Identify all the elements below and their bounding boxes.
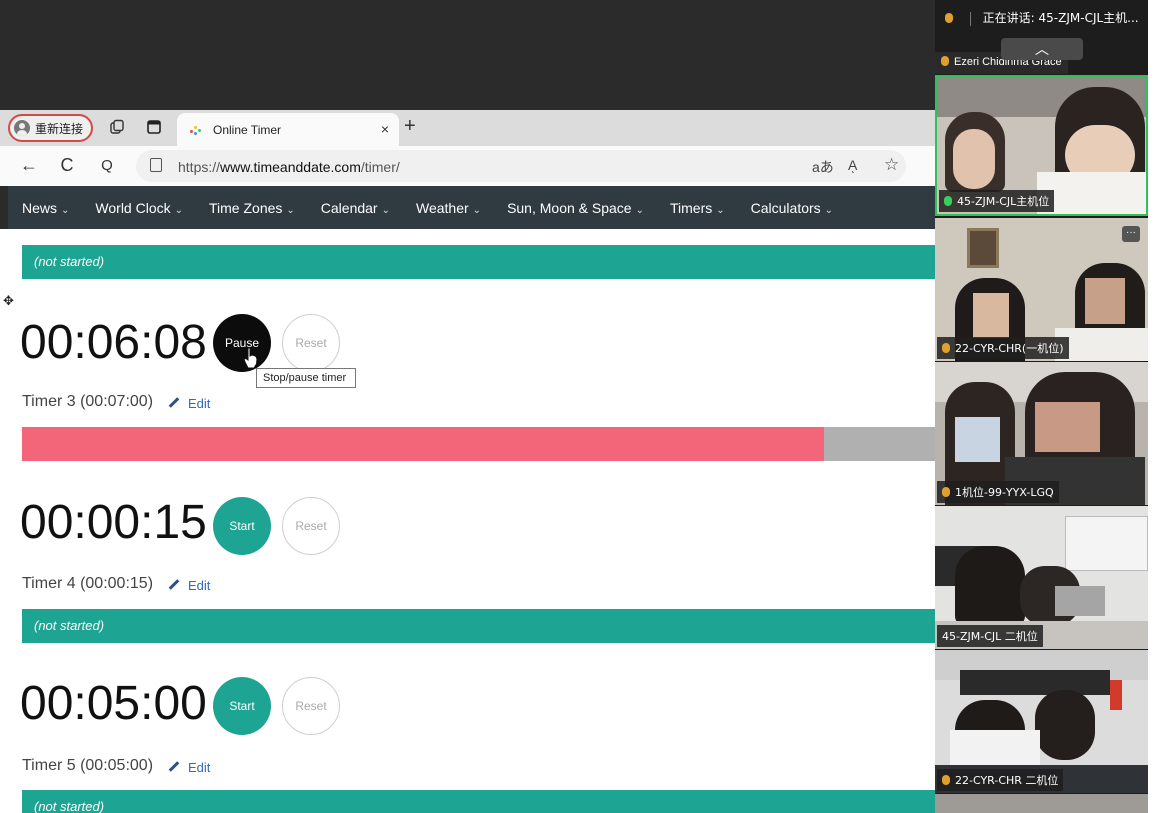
video-tile-1[interactable]: 45-ZJM-CJL主机位 (935, 75, 1148, 216)
nav-item-news[interactable]: News ⌄ (22, 200, 69, 216)
site-navigation: News ⌄ World Clock ⌄ Time Zones ⌄ Calendar ⌄… (8, 186, 935, 229)
participant-name: 22-CYR-CHR 二机位 (937, 769, 1064, 791)
address-bar-row: ← C Q https://www.timeanddate.com/timer/… (0, 146, 935, 186)
chevron-down-icon: ⌄ (286, 204, 295, 216)
muted-mic-icon (942, 343, 950, 353)
tab-online-timer[interactable]: Online Timer × (177, 113, 399, 146)
profile-button[interactable]: 重新连接 (8, 114, 94, 142)
pencil-icon (168, 397, 180, 408)
nav-item-sun-moon-space[interactable]: Sun, Moon & Space ⌄ (507, 200, 644, 216)
timer-3-reset-button[interactable]: Reset (282, 314, 340, 372)
window-edge (1148, 0, 1161, 813)
participant-name: 22-CYR-CHR(一机位) (937, 337, 1069, 359)
nav-item-calendar[interactable]: Calendar ⌄ (321, 200, 390, 216)
profile-icon (14, 120, 30, 136)
nav-item-calculators[interactable]: Calculators ⌄ (751, 200, 833, 216)
muted-mic-icon (942, 487, 950, 497)
muted-mic-icon (941, 56, 949, 66)
chevron-down-icon: ⌄ (61, 204, 70, 216)
favorite-star-icon[interactable]: ☆ (884, 155, 899, 175)
timer-4-start-button[interactable]: Start (213, 497, 271, 555)
timer-4-countdown: 00:00:15 (20, 496, 207, 549)
muted-mic-icon (945, 13, 953, 23)
video-tile-2[interactable]: ··· 22-CYR-CHR(一机位) (935, 218, 1148, 361)
move-handle-icon[interactable]: ✥ (3, 293, 14, 309)
mic-icon (944, 196, 952, 206)
timer-5-countdown: 00:05:00 (20, 677, 207, 730)
timer-page: (not started) ✥ 00:06:08 Pause Reset Sto… (0, 229, 935, 813)
timer-3-edit-link[interactable]: Edit (168, 396, 210, 411)
timer-3-pause-button[interactable]: Pause (213, 314, 271, 372)
active-speaker-header: 正在讲话: 45-ZJM-CJL主机... (935, 0, 1148, 34)
tab-bar: 重新连接 Online Timer × + (0, 110, 935, 146)
refresh-icon[interactable]: C (56, 155, 78, 176)
chevron-down-icon: ⌄ (716, 204, 725, 216)
chevron-down-icon: ⌄ (381, 204, 390, 216)
pause-tooltip: Stop/pause timer (256, 368, 356, 388)
nav-item-time-zones[interactable]: Time Zones ⌄ (209, 200, 295, 216)
url-text: https://www.timeanddate.com/timer/ (178, 159, 400, 175)
nav-item-timers[interactable]: Timers ⌄ (670, 200, 725, 216)
timer-5-reset-button[interactable]: Reset (282, 677, 340, 735)
participant-name: 1机位-99-YYX-LGQ (937, 481, 1059, 503)
timer-3-countdown: 00:06:08 (20, 316, 207, 369)
nav-item-weather[interactable]: Weather ⌄ (416, 200, 481, 216)
chevron-down-icon: ⌄ (174, 204, 183, 216)
hand-cursor-icon (243, 347, 258, 369)
profile-label: 重新连接 (35, 121, 84, 136)
workspaces-icon[interactable] (108, 119, 126, 137)
speaking-name: 45-ZJM-CJL主机... (1038, 11, 1139, 25)
chevron-down-icon: ⌄ (635, 204, 644, 216)
timer-3-label: Timer 3 (00:07:00) (22, 393, 154, 410)
video-tile-4[interactable]: 45-ZJM-CJL 二机位 (935, 506, 1148, 649)
timer-2-status-bar: (not started) (22, 245, 935, 279)
search-icon[interactable]: Q (96, 157, 118, 174)
back-arrow-icon[interactable]: ← (18, 155, 40, 176)
timer-5-edit-link[interactable]: Edit (168, 760, 210, 775)
timer-4-edit-link[interactable]: Edit (168, 578, 210, 593)
desktop-background (0, 0, 935, 110)
chevron-down-icon: ⌄ (824, 204, 834, 216)
tab-title: Online Timer (213, 122, 282, 137)
collapse-panel-button[interactable]: ︿ (1001, 38, 1083, 60)
url-input[interactable]: https://www.timeanddate.com/timer/ aあ Aͅ… (136, 150, 906, 182)
lock-icon[interactable] (150, 158, 162, 172)
pencil-icon (168, 761, 180, 772)
timer-4-status-bar: (not started) (22, 609, 935, 643)
video-tile-6[interactable] (935, 794, 1148, 813)
nav-item-world-clock[interactable]: World Clock ⌄ (95, 200, 183, 216)
timer-3-progress-bar (22, 427, 935, 461)
participant-name: 45-ZJM-CJL 二机位 (937, 625, 1043, 647)
timer-5-start-button[interactable]: Start (213, 677, 271, 735)
video-tile-3[interactable]: 1机位-99-YYX-LGQ (935, 362, 1148, 505)
timeanddate-favicon-icon (189, 123, 203, 137)
timer-4-reset-button[interactable]: Reset (282, 497, 340, 555)
meeting-panel: 正在讲话: 45-ZJM-CJL主机... Ezeri Chidinma Gra… (935, 0, 1148, 813)
divider (969, 11, 971, 26)
text-size-icon[interactable]: Aͅ (848, 157, 857, 173)
video-tile-5[interactable]: 22-CYR-CHR 二机位 (935, 650, 1148, 793)
read-aloud-icon[interactable]: aあ (812, 157, 834, 177)
speaking-label: 正在讲话: (982, 11, 1035, 25)
timer-5-label: Timer 5 (00:05:00) (22, 757, 154, 774)
participant-name: 45-ZJM-CJL主机位 (939, 190, 1055, 212)
muted-mic-icon (942, 775, 950, 785)
chevron-down-icon: ⌄ (472, 204, 482, 216)
timer-4-label: Timer 4 (00:00:15) (22, 575, 154, 592)
new-tab-icon[interactable]: + (404, 115, 416, 138)
pencil-icon (168, 579, 180, 590)
timer-3-progress-fill (22, 427, 824, 461)
more-options-icon[interactable]: ··· (1122, 226, 1140, 242)
tab-close-icon[interactable]: × (381, 121, 389, 137)
timer-5-status-bar: (not started) (22, 790, 935, 813)
tab-actions-icon[interactable] (145, 119, 163, 137)
